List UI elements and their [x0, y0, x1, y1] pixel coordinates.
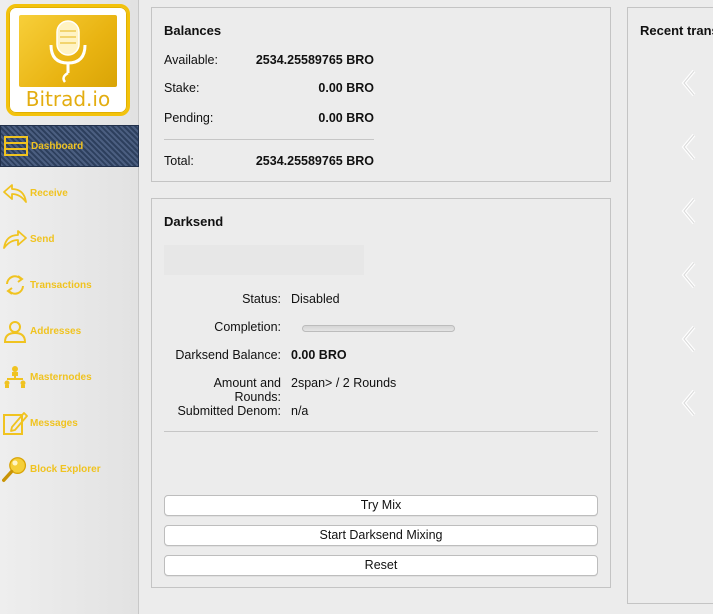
sidebar-item-label: Dashboard — [31, 140, 84, 152]
sidebar-item-label: Addresses — [30, 325, 82, 337]
chevron-left-icon[interactable] — [678, 132, 700, 162]
status-label: Status: — [242, 292, 281, 306]
sidebar-item-masternodes[interactable]: Masternodes — [0, 354, 139, 400]
stake-value: 0.00 BRO — [318, 81, 374, 95]
darksend-title: Darksend — [164, 214, 224, 229]
transactions-icon — [2, 272, 28, 298]
receive-icon — [2, 180, 28, 206]
denom-value: n/a — [291, 404, 309, 418]
sidebar-item-label: Block Explorer — [30, 463, 101, 475]
sidebar: Bitrad.io Dashboard Receive Send Transac… — [0, 0, 139, 614]
balances-title: Balances — [164, 23, 222, 38]
addresses-icon — [2, 318, 28, 344]
sidebar-nav: Dashboard Receive Send Transactions Addr… — [0, 124, 139, 492]
pending-value: 0.00 BRO — [318, 111, 374, 125]
dashboard-icon — [3, 133, 29, 159]
messages-icon — [2, 410, 28, 436]
sidebar-item-transactions[interactable]: Transactions — [0, 262, 139, 308]
darksend-balance-value: 0.00 BRO — [291, 348, 347, 362]
stake-label: Stake: — [164, 81, 200, 95]
chevron-left-icon[interactable] — [678, 388, 700, 418]
chevron-left-icon[interactable] — [678, 324, 700, 354]
sidebar-item-label: Send — [30, 233, 55, 245]
darksend-balance-label: Darksend Balance: — [175, 348, 281, 362]
recent-transactions-title: Recent transactions — [640, 23, 713, 38]
brand-logo: Bitrad.io — [6, 4, 130, 116]
masternodes-icon — [2, 364, 28, 390]
send-icon — [2, 226, 28, 252]
sidebar-item-receive[interactable]: Receive — [0, 170, 139, 216]
darksend-balance-row: Darksend Balance: 0.00 BRO — [164, 348, 604, 362]
try-mix-button[interactable]: Try Mix — [164, 495, 598, 516]
balances-divider — [164, 139, 374, 140]
sidebar-item-label: Masternodes — [30, 371, 92, 383]
total-value: 2534.25589765 BRO — [255, 154, 374, 168]
status-row: Status: Disabled — [164, 292, 604, 306]
sidebar-item-dashboard[interactable]: Dashboard — [0, 125, 139, 167]
available-label: Available: — [164, 53, 218, 67]
pending-label: Pending: — [164, 111, 214, 125]
rounds-row: Amount and Rounds: 2span> / 2 Rounds — [164, 376, 604, 404]
microphone-icon — [49, 20, 87, 83]
sidebar-item-messages[interactable]: Messages — [0, 400, 139, 446]
start-darksend-mixing-button[interactable]: Start Darksend Mixing — [164, 525, 598, 546]
reset-button[interactable]: Reset — [164, 555, 598, 576]
sidebar-item-block-explorer[interactable]: Block Explorer — [0, 446, 139, 492]
sidebar-item-label: Receive — [30, 187, 68, 199]
darksend-info-area — [164, 245, 364, 275]
chevron-left-icon[interactable] — [678, 196, 700, 226]
darksend-divider — [164, 431, 598, 432]
block-explorer-icon — [2, 456, 28, 482]
recent-transactions-panel: Recent transactions — [627, 7, 713, 604]
sidebar-item-send[interactable]: Send — [0, 216, 139, 262]
pending-row: Pending: 0.00 BRO — [164, 111, 374, 125]
available-row: Available: 2534.25589765 BRO — [164, 53, 374, 67]
total-label: Total: — [164, 154, 194, 168]
completion-label: Completion: — [214, 320, 281, 334]
chevron-left-icon[interactable] — [678, 260, 700, 290]
darksend-panel: Darksend Status: Disabled Completion: Da… — [151, 198, 611, 588]
denom-label: Submitted Denom: — [177, 404, 281, 418]
sidebar-item-label: Messages — [30, 417, 78, 429]
sidebar-item-label: Transactions — [30, 279, 92, 291]
chevron-left-icon[interactable] — [678, 68, 700, 98]
sidebar-item-addresses[interactable]: Addresses — [0, 308, 139, 354]
rounds-value: 2span> / 2 Rounds — [291, 376, 397, 390]
rounds-label: Amount and Rounds: — [213, 376, 281, 404]
balances-panel: Balances Available: 2534.25589765 BRO St… — [151, 7, 611, 182]
stake-row: Stake: 0.00 BRO — [164, 81, 374, 95]
logo-text: Bitrad.io — [25, 87, 111, 111]
status-value: Disabled — [291, 292, 340, 306]
total-row: Total: 2534.25589765 BRO — [164, 154, 374, 168]
logo-badge — [19, 15, 117, 87]
denom-row: Submitted Denom: n/a — [164, 404, 604, 418]
available-value: 2534.25589765 BRO — [255, 53, 374, 67]
completion-progress-bar — [302, 325, 455, 332]
